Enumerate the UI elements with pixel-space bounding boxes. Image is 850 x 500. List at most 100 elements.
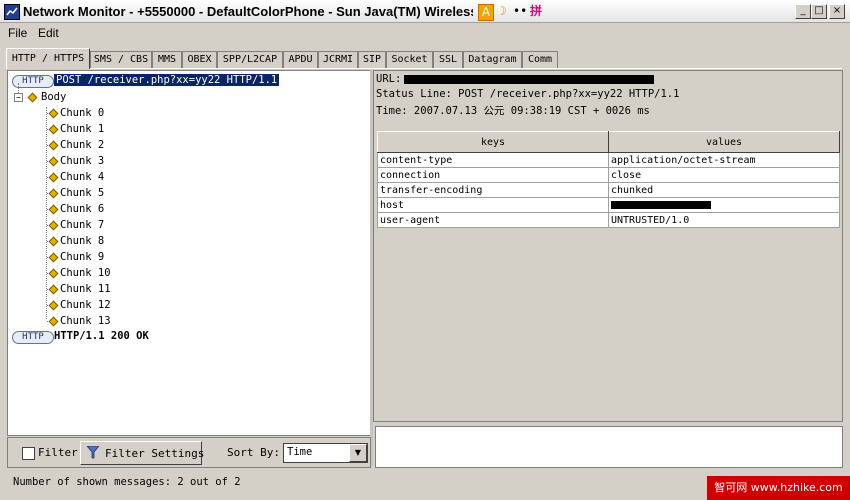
chunk-icon	[48, 172, 59, 183]
response-node[interactable]: HTTP/1.1 200 OK	[54, 330, 149, 342]
header-key: connection	[377, 167, 609, 183]
sort-value: Time	[287, 446, 313, 458]
table-row[interactable]: connection close	[377, 167, 840, 183]
ime-moon-icon[interactable]: ☽	[496, 4, 507, 19]
chunk-node[interactable]: Chunk 6	[60, 203, 104, 215]
chunk-node[interactable]: Chunk 7	[60, 219, 104, 231]
app-icon	[4, 4, 20, 20]
chunk-icon	[48, 220, 59, 231]
funnel-icon	[87, 446, 99, 459]
header-key: content-type	[377, 152, 609, 168]
menu-edit[interactable]: Edit	[38, 26, 59, 40]
chunk-node[interactable]: Chunk 12	[60, 299, 111, 311]
ime-mode-icon[interactable]: A	[478, 4, 494, 21]
window-title: Network Monitor - +5550000 - DefaultColo…	[23, 4, 473, 19]
chevron-down-icon[interactable]: ▼	[349, 444, 367, 462]
redacted-url	[404, 75, 654, 84]
chunk-node[interactable]: Chunk 13	[60, 315, 111, 327]
tab-sip[interactable]: SIP	[358, 51, 386, 68]
status-line: Status Line: POST /receiver.php?xx=yy22 …	[376, 88, 680, 100]
chunk-node[interactable]: Chunk 5	[60, 187, 104, 199]
chunk-icon	[48, 316, 59, 327]
chunk-icon	[48, 236, 59, 247]
header-key: host	[377, 197, 609, 213]
header-value: UNTRUSTED/1.0	[608, 212, 840, 228]
tab-jcrmi[interactable]: JCRMI	[318, 51, 358, 68]
table-row[interactable]: transfer-encoding chunked	[377, 182, 840, 198]
tree-line	[46, 107, 47, 319]
menu-bar: File Edit	[0, 23, 850, 42]
sort-select[interactable]: Time ▼	[283, 443, 368, 463]
status-text: Number of shown messages: 2 out of 2	[13, 476, 241, 488]
filter-settings-label: Filter Settings	[105, 447, 205, 460]
url-label: URL:	[376, 73, 402, 85]
table-row[interactable]: host	[377, 197, 840, 213]
close-button[interactable]: ×	[829, 4, 845, 19]
tab-mms[interactable]: MMS	[152, 51, 182, 68]
http-response-badge: HTTP	[12, 331, 54, 344]
chunk-node[interactable]: Chunk 9	[60, 251, 104, 263]
filter-checkbox[interactable]	[22, 447, 35, 460]
header-value: close	[608, 167, 840, 183]
chunk-icon	[48, 204, 59, 215]
tab-spp-l2cap[interactable]: SPP/L2CAP	[217, 51, 283, 68]
header-key: transfer-encoding	[377, 182, 609, 198]
tab-http-https[interactable]: HTTP / HTTPS	[6, 48, 90, 69]
chunk-icon	[48, 300, 59, 311]
tab-apdu[interactable]: APDU	[283, 51, 318, 68]
title-bar: Network Monitor - +5550000 - DefaultColo…	[0, 0, 850, 23]
chunk-icon	[48, 124, 59, 135]
time-line: Time: 2007.07.13 公元 09:38:19 CST + 0026 …	[376, 105, 650, 117]
body-viewer[interactable]	[375, 426, 843, 468]
redacted-host	[611, 200, 711, 209]
message-details: URL: Status Line: POST /receiver.php?xx=…	[373, 70, 843, 422]
table-row[interactable]: content-type application/octet-stream	[377, 152, 840, 168]
ime-pinyin-icon[interactable]: 拼	[530, 4, 542, 19]
maximize-button[interactable]: □	[811, 4, 827, 19]
chunk-node[interactable]: Chunk 8	[60, 235, 104, 247]
tab-socket[interactable]: Socket	[386, 51, 433, 68]
status-bar: Number of shown messages: 2 out of 2	[6, 472, 706, 492]
menu-file[interactable]: File	[8, 26, 27, 40]
header-value: application/octet-stream	[608, 152, 840, 168]
body-node[interactable]: Body	[41, 91, 66, 103]
chunk-icon	[48, 284, 59, 295]
table-row[interactable]: user-agent UNTRUSTED/1.0	[377, 212, 840, 228]
chunk-node[interactable]: Chunk 11	[60, 283, 111, 295]
column-header-keys[interactable]: keys	[377, 131, 609, 153]
body-node-icon	[27, 92, 38, 103]
minimize-button[interactable]: _	[795, 4, 811, 19]
chunk-icon	[48, 188, 59, 199]
chunk-node[interactable]: Chunk 1	[60, 123, 104, 135]
chunk-node[interactable]: Chunk 0	[60, 107, 104, 119]
chunk-icon	[48, 108, 59, 119]
header-value: chunked	[608, 182, 840, 198]
column-header-values[interactable]: values	[608, 131, 840, 153]
filter-settings-button[interactable]: Filter Settings	[80, 441, 205, 465]
tab-comm[interactable]: Comm	[522, 51, 558, 68]
filter-bar: Filter Filter Settings Sort By: Time ▼	[7, 437, 371, 468]
chunk-icon	[48, 268, 59, 279]
tab-ssl[interactable]: SSL	[433, 51, 463, 68]
chunk-icon	[48, 156, 59, 167]
header-key: user-agent	[377, 212, 609, 228]
chunk-node[interactable]: Chunk 10	[60, 267, 111, 279]
filter-label: Filter	[38, 446, 78, 459]
request-node[interactable]: POST /receiver.php?xx=yy22 HTTP/1.1	[54, 74, 280, 86]
chunk-node[interactable]: Chunk 3	[60, 155, 104, 167]
collapse-icon[interactable]: −	[14, 93, 23, 102]
tab-sms-cbs[interactable]: SMS / CBS	[90, 51, 152, 68]
tab-datagram[interactable]: Datagram	[463, 51, 522, 68]
ime-punct-icon[interactable]: ••	[513, 4, 527, 19]
chunk-node[interactable]: Chunk 4	[60, 171, 104, 183]
message-tree[interactable]: HTTP POST /receiver.php?xx=yy22 HTTP/1.1…	[7, 70, 371, 436]
tab-divider	[6, 68, 842, 69]
sort-label: Sort By:	[227, 446, 280, 459]
tab-obex[interactable]: OBEX	[182, 51, 217, 68]
headers-table: keys values content-type application/oct…	[377, 131, 840, 228]
chunk-node[interactable]: Chunk 2	[60, 139, 104, 151]
watermark: 智可网 www.hzhike.com	[707, 476, 850, 500]
header-value	[608, 197, 840, 213]
chunk-icon	[48, 252, 59, 263]
chunk-icon	[48, 140, 59, 151]
